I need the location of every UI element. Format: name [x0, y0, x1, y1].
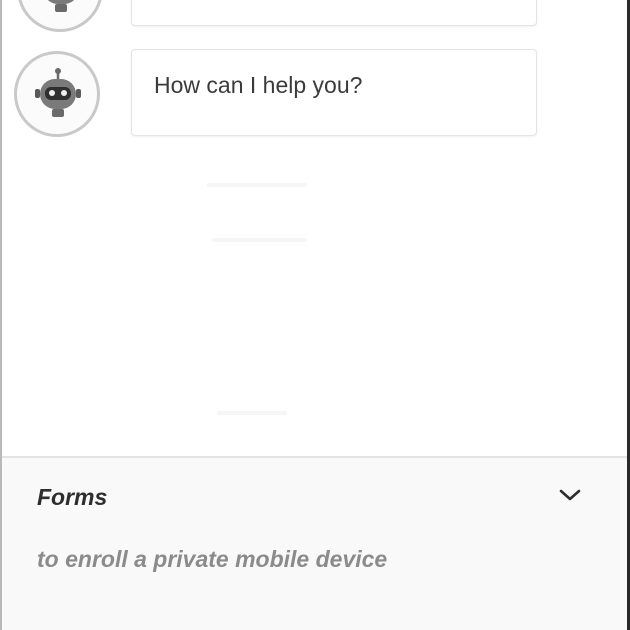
chat-bubble: [131, 0, 537, 26]
background-mark: [207, 183, 307, 187]
chat-screen: How can I help you? Forms to enroll a pr…: [0, 0, 630, 630]
chat-message-text: How can I help you?: [154, 72, 363, 98]
robot-icon: [35, 68, 81, 117]
forms-panel: Forms to enroll a private mobile device: [2, 456, 627, 630]
robot-icon: [47, 0, 75, 12]
chat-bubble: How can I help you?: [131, 49, 537, 136]
forms-title[interactable]: Forms: [37, 484, 107, 511]
background-mark: [212, 238, 307, 242]
background-mark: [217, 411, 287, 415]
chat-message-list[interactable]: How can I help you?: [2, 0, 627, 456]
forms-list-item[interactable]: to enroll a private mobile device: [37, 546, 387, 573]
bot-avatar: [17, 0, 103, 32]
bot-avatar: [14, 51, 100, 137]
chevron-down-icon[interactable]: [558, 486, 582, 504]
